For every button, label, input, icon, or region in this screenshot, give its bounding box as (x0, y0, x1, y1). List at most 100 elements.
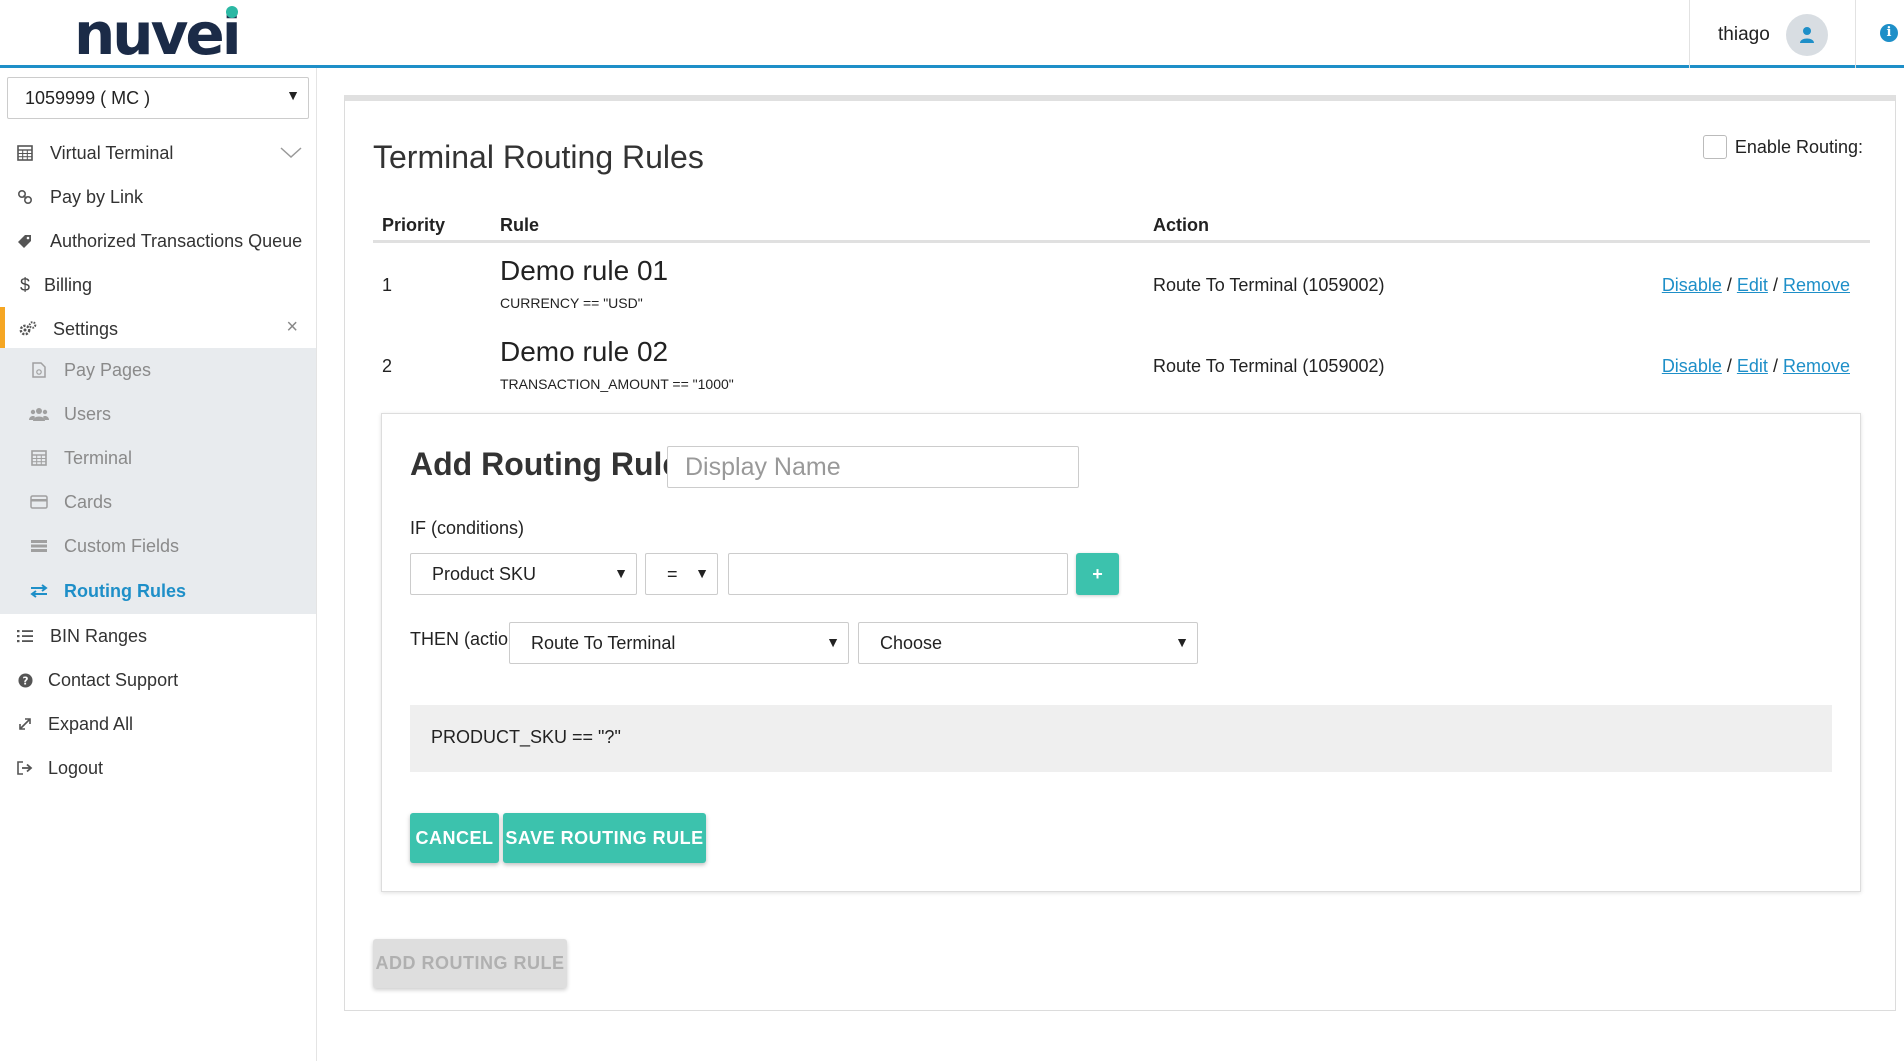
dollar-icon: $ (19, 274, 30, 295)
list-icon (14, 629, 36, 643)
save-routing-rule-button[interactable]: SAVE ROUTING RULE (503, 813, 706, 863)
collapse-close-icon[interactable]: × (286, 316, 298, 339)
expand-icon (14, 717, 36, 731)
caret-down-icon: ▼ (286, 87, 300, 103)
file-icon (28, 362, 50, 378)
sidebar-item-label: Settings (53, 318, 119, 339)
merchant-select[interactable]: 1059999 ( MC ) ▼ (7, 77, 309, 119)
disable-rule-link[interactable]: Disable (1662, 275, 1722, 295)
sidebar-item-billing[interactable]: $ Billing (0, 263, 316, 307)
rule-condition: TRANSACTION_AMOUNT == "1000" (500, 376, 734, 392)
page-title: Terminal Routing Rules (373, 139, 704, 175)
calculator-icon (14, 145, 36, 161)
sidebar-subitem-users[interactable]: Users (0, 392, 316, 436)
add-routing-rule-form: Add Routing Rule IF (conditions) Product… (381, 413, 1861, 892)
sidebar-item-label: Billing (44, 274, 93, 295)
link-icon (14, 189, 36, 205)
link-separator: / (1726, 275, 1732, 295)
column-header-action: Action (1153, 215, 1209, 235)
link-separator: / (1772, 356, 1778, 376)
sidebar-item-settings[interactable]: Settings × (0, 307, 316, 351)
sidebar-item-contact-support[interactable]: ? Contact Support (0, 658, 316, 702)
edit-rule-link[interactable]: Edit (1737, 275, 1768, 295)
caret-down-icon: ▼ (614, 565, 628, 581)
sidebar-item-label: Logout (48, 757, 104, 778)
question-circle-icon: ? (14, 672, 36, 688)
merchant-select-value: 1059999 ( MC ) (25, 88, 151, 108)
caret-down-icon: ▼ (1175, 634, 1189, 650)
table-row: 2 Demo rule 02 TRANSACTION_AMOUNT == "10… (373, 326, 1870, 404)
routing-rules-panel: Terminal Routing Rules Enable Routing: P… (344, 95, 1896, 1011)
sidebar-subitem-label: Users (64, 403, 112, 424)
user-menu[interactable]: thiago (1689, 0, 1856, 68)
info-icon[interactable]: i (1880, 24, 1898, 42)
sidebar-subitem-cards[interactable]: Cards (0, 480, 316, 524)
remove-rule-link[interactable]: Remove (1783, 275, 1850, 295)
top-header: nuvei thiago i (0, 0, 1904, 68)
sidebar-item-pay-by-link[interactable]: Pay by Link (0, 175, 316, 219)
action-target-value: Choose (880, 633, 943, 653)
table-row: 1 Demo rule 01 CURRENCY == "USD" Route T… (373, 245, 1870, 323)
sidebar-subitem-pay-pages[interactable]: Pay Pages (0, 348, 316, 392)
sidebar-item-virtual-terminal[interactable]: Virtual Terminal (0, 131, 316, 175)
sidebar-subitem-label: Custom Fields (64, 535, 180, 556)
column-header-priority: Priority (382, 215, 446, 235)
sidebar: 1059999 ( MC ) ▼ Virtual Terminal Pay by… (0, 68, 317, 1061)
sidebar-subitem-label: Terminal (64, 447, 133, 468)
rule-action: Route To Terminal (1059002) (1153, 356, 1385, 376)
link-separator: / (1726, 356, 1732, 376)
rule-actions: Disable / Edit / Remove (1662, 356, 1850, 377)
svg-text:?: ? (22, 675, 28, 687)
sidebar-item-logout[interactable]: Logout (0, 746, 316, 790)
add-routing-rule-button[interactable]: ADD ROUTING RULE (373, 939, 567, 988)
condition-field-value: Product SKU (432, 564, 537, 584)
condition-field-select[interactable]: Product SKU ▼ (410, 553, 637, 595)
chevron-down-icon[interactable] (280, 143, 302, 164)
sidebar-item-label: Pay by Link (50, 186, 144, 207)
add-condition-button[interactable]: + (1076, 553, 1119, 595)
column-header-rule: Rule (500, 215, 540, 235)
sidebar-subitem-custom-fields[interactable]: Custom Fields (0, 524, 316, 568)
condition-operator-value: = (667, 564, 678, 584)
edit-rule-link[interactable]: Edit (1737, 356, 1768, 376)
rule-name: Demo rule 02 (500, 336, 669, 367)
logout-icon (14, 761, 36, 775)
rule-name: Demo rule 01 (500, 255, 669, 286)
tag-icon (14, 233, 36, 249)
exchange-icon (28, 584, 50, 598)
sidebar-item-label: Contact Support (48, 669, 179, 690)
then-action-label: THEN (action) (410, 629, 525, 649)
user-avatar-icon[interactable] (1786, 14, 1828, 56)
rules-table-header: Priority Rule Action (373, 207, 1870, 243)
disable-rule-link[interactable]: Disable (1662, 356, 1722, 376)
sidebar-subitem-routing-rules[interactable]: Routing Rules (0, 569, 316, 613)
brand-logo[interactable]: nuvei (74, 4, 242, 64)
add-rule-title: Add Routing Rule (410, 446, 681, 482)
rule-condition: CURRENCY == "USD" (500, 295, 643, 311)
rule-action: Route To Terminal (1059002) (1153, 275, 1385, 295)
condition-value-input[interactable] (728, 553, 1068, 595)
cancel-button[interactable]: CANCEL (410, 813, 499, 863)
action-target-select[interactable]: Choose ▼ (858, 622, 1198, 664)
enable-routing-toggle[interactable]: Enable Routing: (1702, 135, 1863, 159)
sidebar-item-label: BIN Ranges (50, 625, 148, 646)
settings-submenu: Pay Pages Users Terminal Cards Custom Fi… (0, 348, 316, 614)
rule-priority: 1 (382, 275, 393, 295)
sidebar-item-bin-ranges[interactable]: BIN Ranges (0, 614, 316, 658)
action-type-value: Route To Terminal (531, 633, 676, 653)
gears-icon (17, 321, 39, 337)
sidebar-subitem-label: Pay Pages (64, 359, 152, 380)
caret-down-icon: ▼ (695, 565, 709, 581)
sidebar-item-label: Expand All (48, 713, 134, 734)
sidebar-item-label: Authorized Transactions Queue (50, 230, 303, 251)
caret-down-icon: ▼ (826, 634, 840, 650)
remove-rule-link[interactable]: Remove (1783, 356, 1850, 376)
condition-operator-select[interactable]: = ▼ (645, 553, 718, 595)
sidebar-item-expand-all[interactable]: Expand All (0, 702, 316, 746)
sidebar-item-authorized-transactions-queue[interactable]: Authorized Transactions Queue (0, 219, 316, 263)
users-icon (28, 406, 50, 422)
sidebar-subitem-terminal[interactable]: Terminal (0, 436, 316, 480)
action-type-select[interactable]: Route To Terminal ▼ (509, 622, 849, 664)
display-name-input[interactable] (667, 446, 1079, 488)
enable-routing-checkbox[interactable] (1702, 135, 1727, 159)
